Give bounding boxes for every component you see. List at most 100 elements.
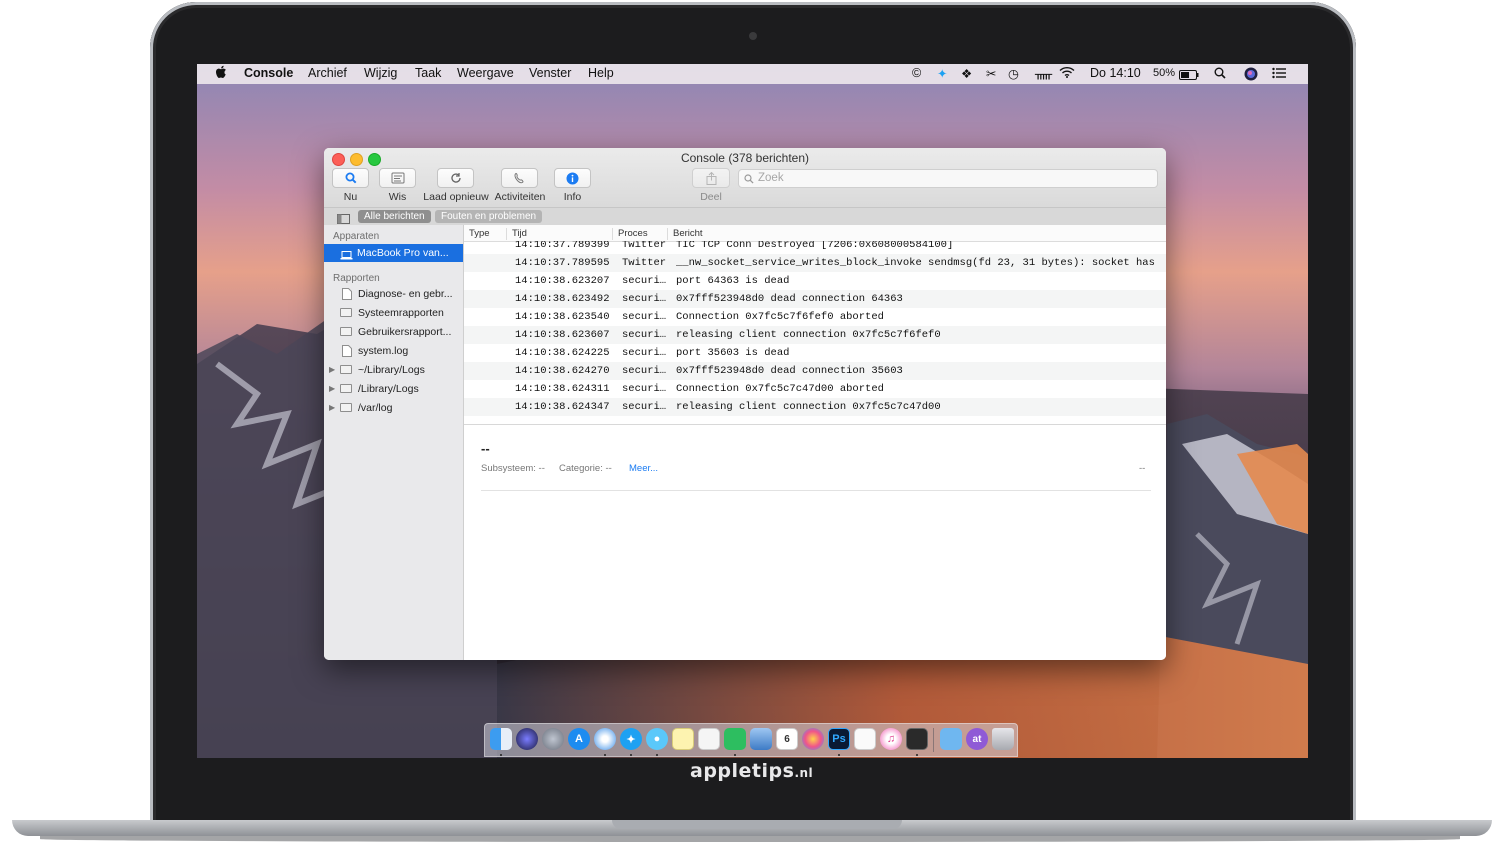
table-row[interactable]: 14:10:37.789399 Twitter TIC TCP Conn Des…: [464, 241, 1166, 254]
filter-all-messages[interactable]: Alle berichten: [358, 210, 431, 223]
evernote-icon[interactable]: [724, 728, 746, 750]
wifi-icon[interactable]: [1059, 66, 1075, 81]
column-header-type[interactable]: Type: [464, 228, 490, 240]
reports-header: Rapporten: [333, 273, 380, 284]
laptop-base: [12, 820, 1492, 836]
cell-message: port 35603 is dead: [676, 347, 790, 359]
copyright-status-icon[interactable]: ©: [912, 66, 921, 80]
table-row[interactable]: 14:10:38.624311 securi… Connection 0x7fc…: [464, 380, 1166, 398]
activities-icon: [513, 172, 524, 184]
messages-icon[interactable]: ●: [646, 728, 668, 750]
finder-icon[interactable]: [490, 728, 512, 750]
log-table[interactable]: 14:10:37.789399 Twitter TIC TCP Conn Des…: [464, 241, 1166, 423]
sidebar-item-var-log[interactable]: ▶ /var/log: [324, 399, 463, 417]
column-header-process[interactable]: Proces: [612, 228, 648, 240]
info-button[interactable]: [554, 168, 591, 188]
scissors-status-icon[interactable]: ✂: [986, 66, 996, 81]
menu-taak[interactable]: Taak: [415, 66, 441, 80]
launchpad-icon[interactable]: [542, 728, 564, 750]
folder-icon: [340, 384, 352, 393]
menu-app-name[interactable]: Console: [244, 66, 293, 80]
downloads-folder-icon[interactable]: [940, 728, 962, 750]
now-button[interactable]: [332, 168, 369, 188]
table-row[interactable]: 14:10:38.623492 securi… 0x7fff523948d0 d…: [464, 290, 1166, 308]
sidebar-item-user-library-logs[interactable]: ▶ ~/Library/Logs: [324, 361, 463, 379]
filter-errors-and-faults[interactable]: Fouten en problemen: [435, 210, 543, 223]
battery-icon[interactable]: [1179, 69, 1199, 83]
sidebar-item-label: Systeemrapporten: [358, 307, 444, 319]
notes-icon[interactable]: [672, 728, 694, 750]
folder-icon: [340, 308, 352, 317]
dropbox-status-icon[interactable]: ❖: [961, 66, 972, 81]
search-field[interactable]: Zoek: [738, 169, 1158, 188]
detail-category: Categorie: --: [559, 463, 612, 474]
info-label: Info: [563, 191, 582, 203]
menu-wijzig[interactable]: Wijzig: [364, 66, 397, 80]
disclosure-triangle-icon[interactable]: ▶: [329, 399, 335, 417]
sidebar-item-diagnostics[interactable]: Diagnose- en gebr...: [324, 285, 463, 303]
table-row[interactable]: 14:10:38.623207 securi… port 64363 is de…: [464, 272, 1166, 290]
menu-weergave[interactable]: Weergave: [457, 66, 514, 80]
itunes-icon[interactable]: ♫: [880, 728, 902, 750]
cell-process: securi…: [622, 293, 667, 305]
notification-center-icon[interactable]: [1272, 67, 1286, 82]
clear-button[interactable]: [379, 168, 416, 188]
activities-button[interactable]: [501, 168, 538, 188]
column-header-message[interactable]: Bericht: [667, 228, 703, 240]
running-indicator: [656, 754, 658, 756]
safari-icon[interactable]: [594, 728, 616, 750]
trash-icon[interactable]: [992, 728, 1014, 750]
twitter-icon[interactable]: ✦: [620, 728, 642, 750]
cell-time: 14:10:38.624347: [515, 401, 610, 413]
sidebar-item-label: Gebruikersrapport...: [358, 326, 452, 338]
preview-icon[interactable]: [750, 728, 772, 750]
apple-menu-icon[interactable]: [215, 65, 227, 82]
table-row[interactable]: 14:10:37.789595 Twitter __nw_socket_serv…: [464, 254, 1166, 272]
photos-icon[interactable]: [802, 728, 824, 750]
bluetooth-icon[interactable]: ᚅ: [1035, 66, 1052, 81]
spotlight-search-icon[interactable]: [1214, 67, 1226, 82]
reminders-icon[interactable]: [698, 728, 720, 750]
menu-venster[interactable]: Venster: [529, 66, 571, 80]
cell-time: 14:10:38.624311: [515, 383, 610, 395]
detail-subsystem: Subsysteem: --: [481, 463, 545, 474]
reload-button[interactable]: [437, 168, 474, 188]
cell-message: port 64363 is dead: [676, 275, 790, 287]
twitter-status-icon[interactable]: ✦: [937, 66, 947, 81]
siri-icon[interactable]: [1244, 67, 1258, 84]
sidebar-item-system-log[interactable]: system.log: [324, 342, 463, 360]
table-row[interactable]: 14:10:38.623540 securi… Connection 0x7fc…: [464, 308, 1166, 326]
photoshop-icon[interactable]: Ps: [828, 728, 850, 750]
disclosure-triangle-icon[interactable]: ▶: [329, 380, 335, 398]
sidebar-item-user-reports[interactable]: Gebruikersrapport...: [324, 323, 463, 341]
table-row[interactable]: 14:10:38.624270 securi… 0x7fff523948d0 d…: [464, 362, 1166, 380]
sidebar-item-label: ~/Library/Logs: [358, 364, 425, 376]
table-row[interactable]: 14:10:38.624225 securi… port 35603 is de…: [464, 344, 1166, 362]
sidebar-item-system-reports[interactable]: Systeemrapporten: [324, 304, 463, 322]
cell-message: TIC TCP Conn Destroyed [7206:0x608000584…: [676, 241, 954, 251]
appletips-icon[interactable]: at: [966, 728, 988, 750]
folder-icon: [340, 327, 352, 336]
siri-icon[interactable]: [516, 728, 538, 750]
menu-archief[interactable]: Archief: [308, 66, 347, 80]
menu-help[interactable]: Help: [588, 66, 614, 80]
table-row[interactable]: 14:10:38.623607 securi… releasing client…: [464, 326, 1166, 344]
table-row[interactable]: 14:10:38.624347 securi… releasing client…: [464, 398, 1166, 416]
sidebar-item-library-logs[interactable]: ▶ /Library/Logs: [324, 380, 463, 398]
battery-percentage[interactable]: 50%: [1153, 67, 1175, 79]
calendar-icon[interactable]: 6: [776, 728, 798, 750]
clock[interactable]: Do 14:10: [1090, 66, 1141, 80]
app-store-icon[interactable]: A: [568, 728, 590, 750]
cell-message: __nw_socket_service_writes_block_invoke …: [676, 257, 1160, 269]
share-label: Deel: [700, 191, 722, 203]
sidebar-item-device[interactable]: MacBook Pro van...: [324, 244, 463, 262]
cell-process: securi…: [622, 329, 667, 341]
sidebar-item-label: /var/log: [358, 402, 393, 414]
share-button[interactable]: [692, 168, 730, 188]
console-icon[interactable]: [906, 728, 928, 750]
column-header-time[interactable]: Tijd: [506, 228, 527, 240]
disclosure-triangle-icon[interactable]: ▶: [329, 361, 335, 379]
textedit-icon[interactable]: [854, 728, 876, 750]
more-link[interactable]: Meer...: [629, 463, 658, 474]
time-machine-icon[interactable]: ◷: [1008, 66, 1019, 81]
